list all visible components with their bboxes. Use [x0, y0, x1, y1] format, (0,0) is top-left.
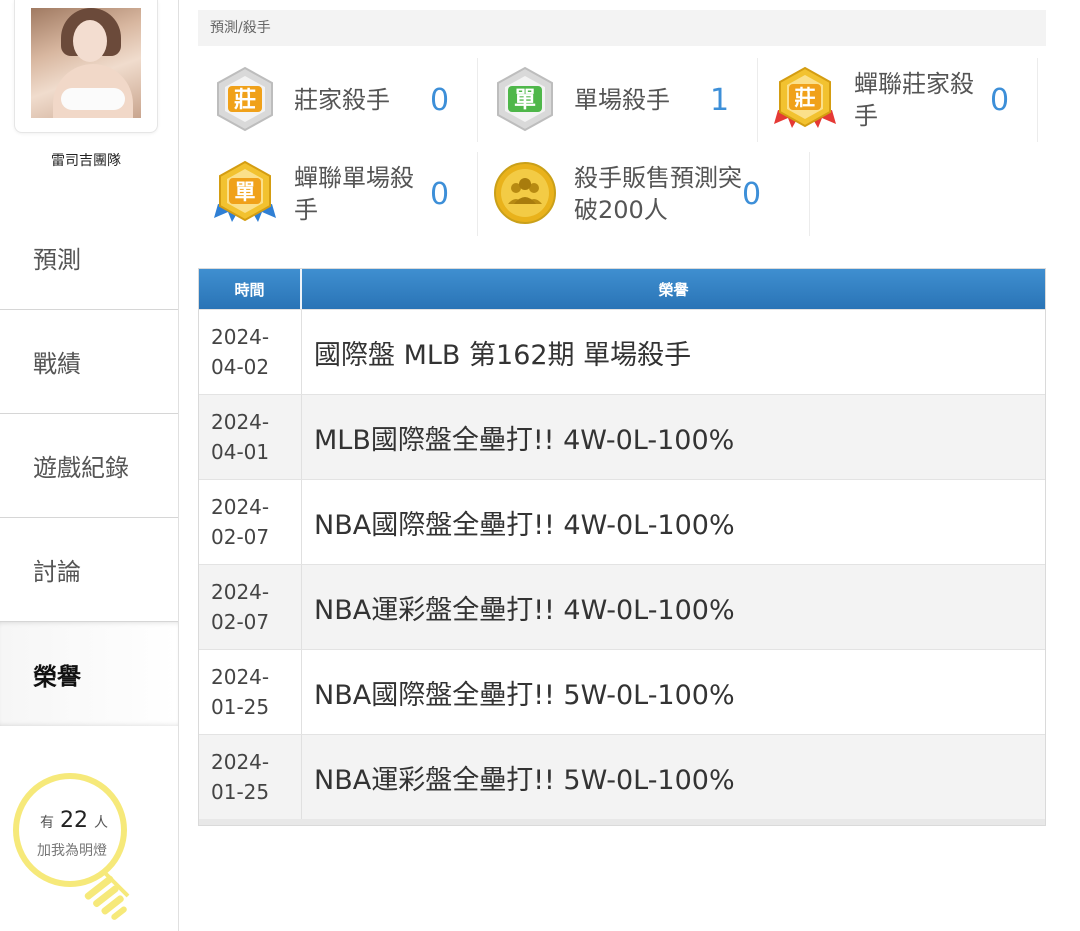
table-row: 2024- 04-01 MLB國際盤全壘打!! 4W-0L-100%: [199, 394, 1045, 479]
badge-banker-killer: 莊 莊家殺手 0: [198, 58, 478, 142]
nav-item-honor[interactable]: 榮譽: [0, 622, 178, 726]
follow-lightbulb[interactable]: 有 22 人 加我為明燈: [10, 772, 140, 927]
badge-label: 殺手販售預測突破200人: [574, 164, 742, 224]
badge-count: 0: [990, 82, 1010, 118]
badge-sales-milestone: 殺手販售預測突破200人 0: [478, 152, 810, 236]
nav-item-discussion[interactable]: 討論: [0, 518, 178, 622]
table-row: 2024- 02-07 NBA運彩盤全壘打!! 4W-0L-100%: [199, 564, 1045, 649]
sales-milestone-icon: [494, 162, 556, 224]
row-date: 2024- 01-25: [199, 735, 302, 819]
nav-item-label: 遊戲紀錄: [33, 454, 129, 482]
badge-label: 單場殺手: [574, 86, 670, 114]
badge-count: 0: [430, 176, 450, 212]
badge-count: 1: [710, 82, 730, 118]
column-header-honor: 榮譽: [658, 280, 689, 299]
table-row: 2024- 01-25 NBA運彩盤全壘打!! 5W-0L-100%: [199, 734, 1045, 819]
streak-banker-killer-icon: 莊: [774, 66, 836, 128]
single-killer-icon: 單: [497, 66, 553, 132]
badge-label: 莊家殺手: [294, 86, 390, 114]
row-date: 2024- 02-07: [199, 565, 302, 649]
badge-count: 0: [742, 176, 762, 212]
badge-label: 蟬聯單場殺手: [294, 164, 414, 224]
nav-item-label: 榮譽: [33, 662, 81, 691]
table-row: 2024- 02-07 NBA國際盤全壘打!! 4W-0L-100%: [199, 479, 1045, 564]
table-footer: [199, 819, 1045, 825]
svg-text:莊: 莊: [234, 88, 256, 113]
row-honor: NBA國際盤全壘打!! 4W-0L-100%: [314, 509, 735, 541]
nav-item-label: 討論: [33, 558, 81, 586]
follow-count-line: 有 22 人: [40, 808, 108, 833]
row-honor: 國際盤 MLB 第162期 單場殺手: [314, 339, 692, 371]
follow-count: 22: [60, 808, 88, 833]
row-date: 2024- 01-25: [199, 650, 302, 734]
table-row: 2024- 01-25 NBA國際盤全壘打!! 5W-0L-100%: [199, 649, 1045, 734]
avatar-card: [14, 0, 158, 133]
svg-text:單: 單: [235, 180, 256, 204]
avatar[interactable]: [31, 8, 141, 118]
row-honor: NBA運彩盤全壘打!! 4W-0L-100%: [314, 594, 735, 626]
nav-item-record[interactable]: 戰績: [0, 310, 178, 414]
nav-item-predict[interactable]: 預測: [0, 205, 178, 310]
nav-item-label: 預測: [33, 245, 81, 274]
team-name: 雷司吉團隊: [51, 153, 121, 169]
svg-text:莊: 莊: [795, 86, 816, 110]
streak-single-killer-icon: 單: [214, 160, 276, 222]
nav-item-game-log[interactable]: 遊戲紀錄: [0, 414, 178, 518]
badge-streak-banker-killer: 莊 蟬聯莊家殺手 0: [758, 58, 1038, 142]
sidebar-nav: 預測 戰績 遊戲紀錄 討論 榮譽: [0, 205, 178, 726]
row-date: 2024- 04-01: [199, 395, 302, 479]
svg-text:單: 單: [514, 88, 536, 113]
follow-text: 加我為明燈: [37, 843, 107, 859]
row-date: 2024- 02-07: [199, 480, 302, 564]
badge-single-killer: 單 單場殺手 1: [478, 58, 758, 142]
row-honor: MLB國際盤全壘打!! 4W-0L-100%: [314, 424, 735, 456]
breadcrumb: 預測/殺手: [198, 10, 1046, 46]
row-date: 2024- 04-02: [199, 310, 302, 394]
row-honor: NBA國際盤全壘打!! 5W-0L-100%: [314, 679, 735, 711]
column-header-time: 時間: [199, 269, 302, 309]
badge-label: 蟬聯莊家殺手: [854, 70, 974, 130]
table-header: 時間 榮譽: [199, 269, 1045, 309]
badge-count: 0: [430, 82, 450, 118]
honor-table: 時間 榮譽 2024- 04-02 國際盤 MLB 第162期 單場殺手 2024…: [198, 268, 1046, 826]
banker-killer-icon: 莊: [217, 66, 273, 132]
table-row: 2024- 04-02 國際盤 MLB 第162期 單場殺手: [199, 309, 1045, 394]
row-honor: NBA運彩盤全壘打!! 5W-0L-100%: [314, 764, 735, 796]
nav-item-label: 戰績: [33, 350, 81, 378]
sidebar: 雷司吉團隊 預測 戰績 遊戲紀錄 討論 榮譽 有 22 人 加我為明燈: [0, 0, 179, 931]
badge-streak-single-killer: 單 蟬聯單場殺手 0: [198, 152, 478, 236]
